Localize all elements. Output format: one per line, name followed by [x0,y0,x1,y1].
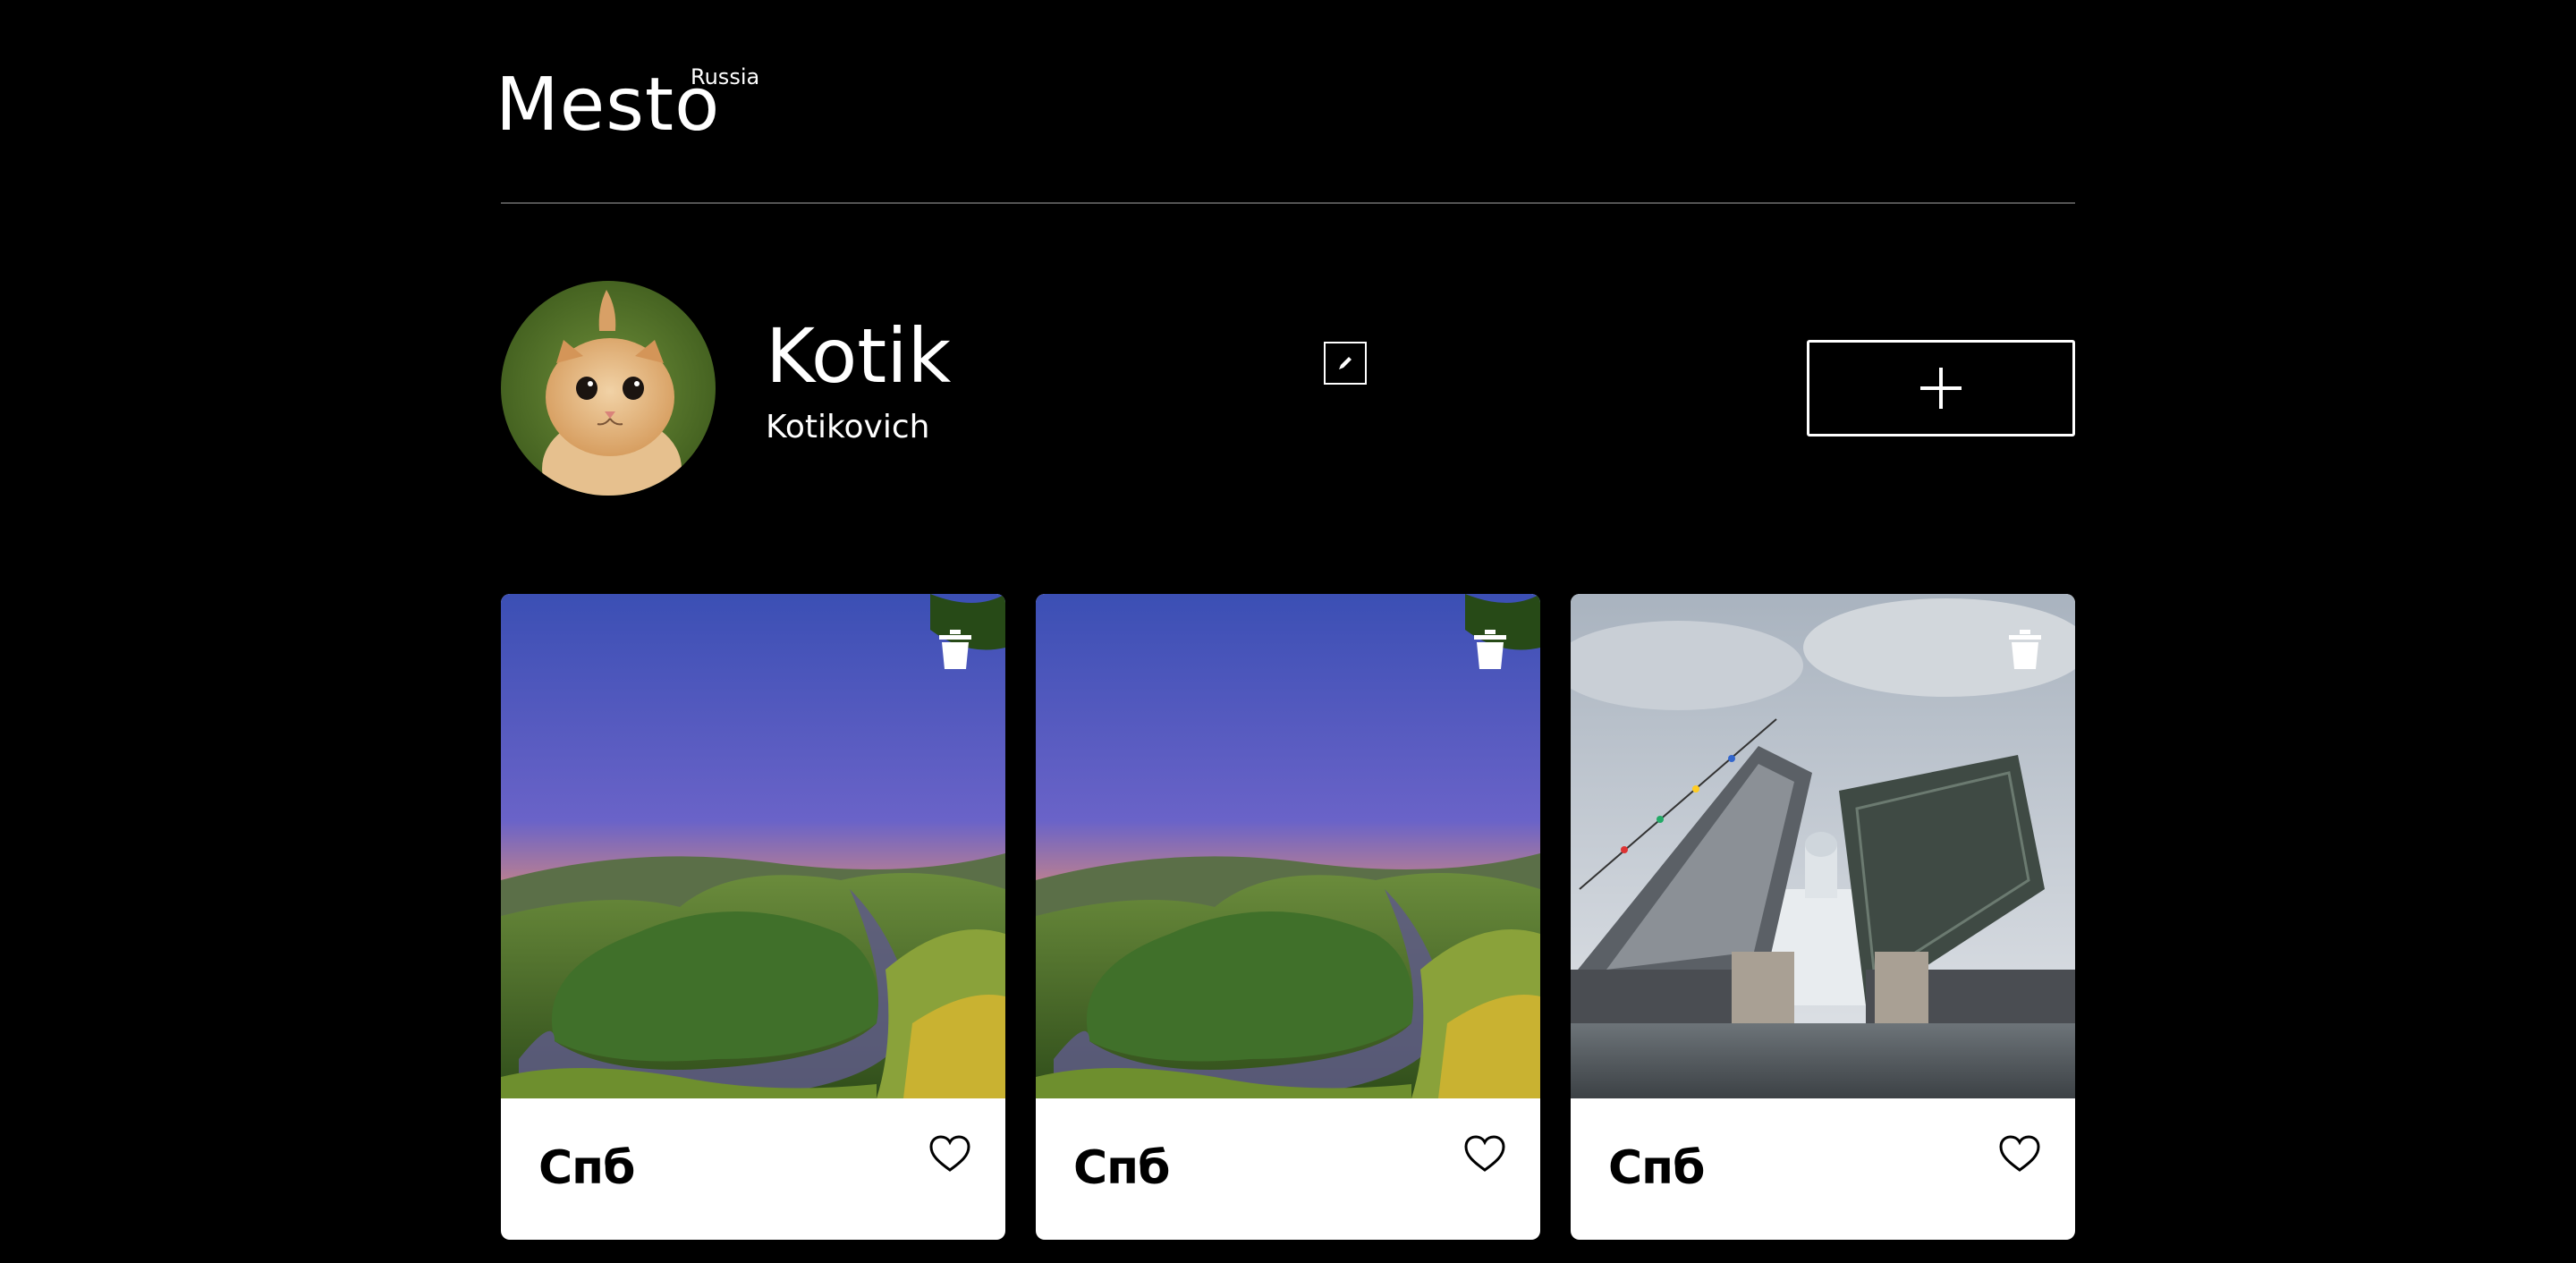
river-bend-image [501,594,1005,1098]
card: Спб [1036,594,1540,1240]
delete-card-button[interactable] [2007,630,2043,669]
logo-region: Russia [691,64,760,89]
profile-name: Kotik [766,312,952,400]
heart-icon [1464,1135,1505,1172]
card-title: Спб [1608,1141,1705,1195]
card-image[interactable] [1036,594,1540,1098]
edit-profile-button[interactable] [1324,342,1367,385]
heart-icon [1999,1135,2040,1172]
header: Mesto Russia [496,0,2075,204]
like-button[interactable] [928,1134,971,1174]
plus-icon [1920,368,1962,409]
pencil-icon [1339,357,1352,369]
card-title: Спб [538,1141,635,1195]
like-button[interactable] [1463,1134,1506,1174]
trash-icon [2009,630,2041,669]
delete-card-button[interactable] [937,630,973,669]
logo[interactable]: Mesto [496,63,720,148]
card: Спб [1571,594,2075,1240]
card-image[interactable] [501,594,1005,1098]
cards-grid: Спб Спб Спб [501,594,2075,1240]
trash-icon [939,630,971,669]
trash-icon [1474,630,1506,669]
page: Mesto Russia Kotik Kotikovich Спб Спб Сп… [496,0,2075,1263]
card-footer: Спб [501,1098,1005,1240]
heart-icon [929,1135,970,1172]
profile-about: Kotikovich [766,409,930,445]
add-card-button[interactable] [1807,340,2075,437]
river-bend-image [1036,594,1540,1098]
avatar-image [501,281,716,496]
card-title: Спб [1073,1141,1170,1195]
card-image[interactable] [1571,594,2075,1098]
profile: Kotik Kotikovich [501,204,2075,594]
card: Спб [501,594,1005,1240]
drawbridge-image [1571,594,2075,1098]
like-button[interactable] [1998,1134,2041,1174]
delete-card-button[interactable] [1472,630,1508,669]
card-footer: Спб [1571,1098,2075,1240]
avatar[interactable] [501,281,716,496]
card-footer: Спб [1036,1098,1540,1240]
